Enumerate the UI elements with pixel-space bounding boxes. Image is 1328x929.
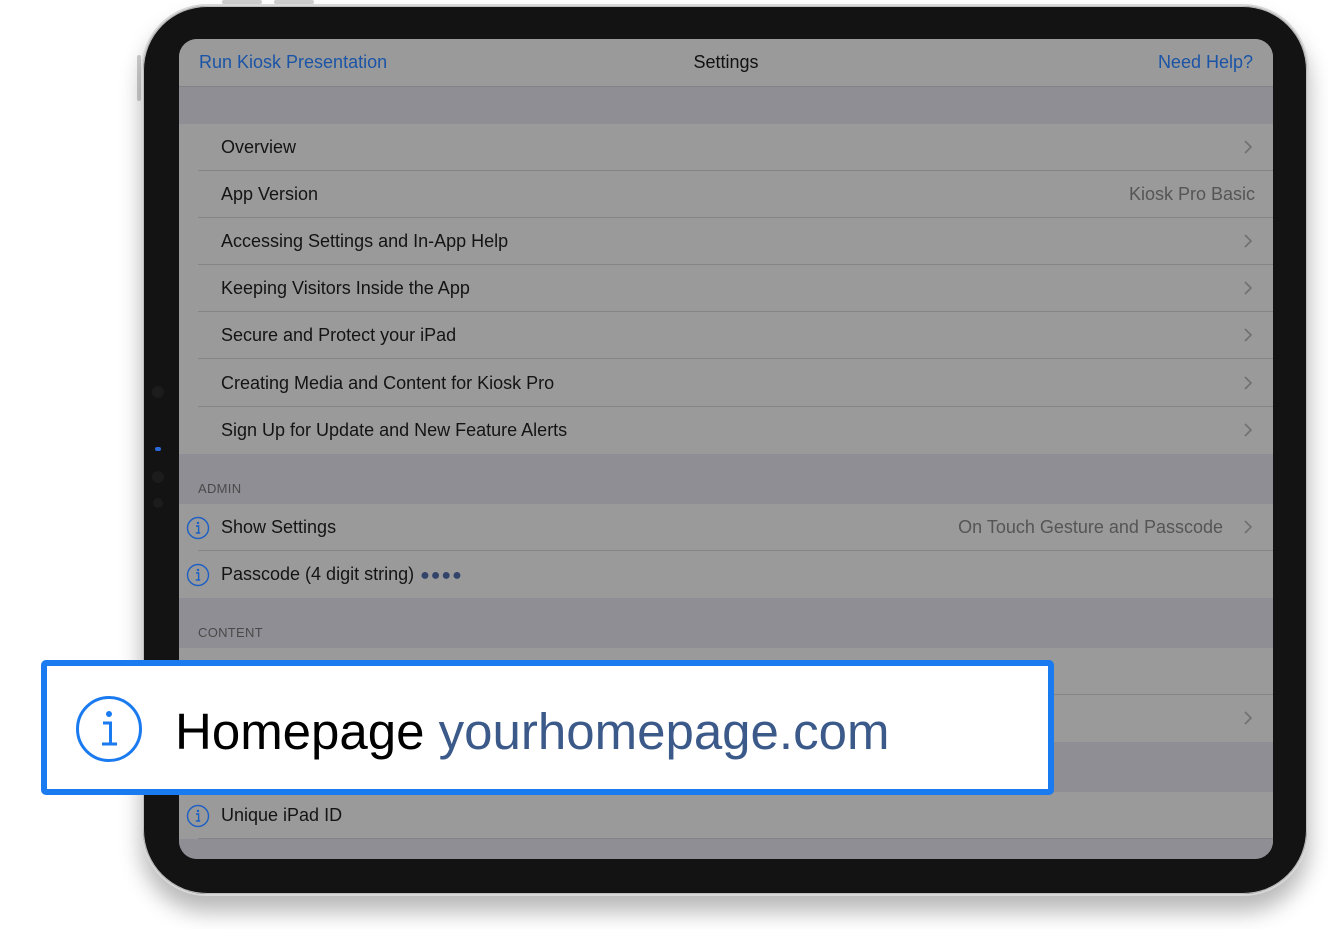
section-header-admin: ADMIN — [198, 481, 242, 496]
bottom-spacer — [179, 839, 1273, 859]
camera-sensor — [152, 471, 164, 483]
list-item-overview[interactable]: Overview — [179, 124, 1273, 171]
row-label: Unique iPad ID — [221, 805, 343, 825]
section-spacer — [179, 87, 1273, 124]
admin-section-spacer: ADMIN — [179, 454, 1273, 504]
list-item-keeping-visitors[interactable]: Keeping Visitors Inside the App — [179, 265, 1273, 312]
chevron-right-icon — [1244, 234, 1253, 248]
navigation-bar: Run Kiosk Presentation Settings Need Hel… — [179, 39, 1273, 87]
callout-text: Homepage yourhomepage.com — [175, 702, 889, 761]
list-item-app-version: App Version Kiosk Pro Basic — [179, 171, 1273, 218]
list-item-secure-ipad[interactable]: Secure and Protect your iPad — [179, 312, 1273, 359]
row-label: App Version — [221, 184, 319, 204]
chevron-right-icon — [1244, 711, 1253, 725]
homepage-label: Homepage — [175, 703, 425, 760]
camera-lens — [155, 447, 161, 451]
section-header-content: CONTENT — [198, 625, 263, 640]
homepage-callout[interactable]: Homepage yourhomepage.com — [41, 660, 1054, 795]
row-label: Show Settings — [221, 517, 337, 537]
camera-sensor — [152, 386, 164, 398]
need-help-button[interactable]: Need Help? — [1158, 52, 1253, 73]
chevron-right-icon — [1244, 281, 1253, 295]
info-icon[interactable] — [75, 695, 143, 763]
chevron-right-icon — [1244, 140, 1253, 154]
info-icon[interactable] — [186, 804, 210, 828]
info-icon[interactable] — [186, 516, 210, 540]
row-label: Passcode (4 digit string) ●●●● — [221, 564, 463, 585]
page-title: Settings — [693, 52, 759, 72]
row-label: Sign Up for Update and New Feature Alert… — [221, 420, 568, 440]
row-label: Keeping Visitors Inside the App — [221, 278, 470, 298]
row-label: Accessing Settings and In-App Help — [221, 231, 509, 251]
info-icon[interactable] — [186, 563, 210, 587]
list-item-show-settings[interactable]: Show Settings On Touch Gesture and Passc… — [179, 504, 1273, 551]
row-label: Secure and Protect your iPad — [221, 325, 457, 345]
content-section-spacer: CONTENT — [179, 598, 1273, 648]
chevron-right-icon — [1244, 376, 1253, 390]
list-item-sign-up-alerts[interactable]: Sign Up for Update and New Feature Alert… — [179, 407, 1273, 454]
passcode-label: Passcode (4 digit string) — [221, 564, 415, 584]
homepage-url-value[interactable]: yourhomepage.com — [439, 703, 890, 760]
chevron-right-icon — [1244, 520, 1253, 534]
list-item-passcode[interactable]: Passcode (4 digit string) ●●●● — [179, 551, 1273, 598]
row-label: Creating Media and Content for Kiosk Pro — [221, 373, 555, 393]
list-item-accessing-settings[interactable]: Accessing Settings and In-App Help — [179, 218, 1273, 265]
row-label: Overview — [221, 137, 297, 157]
row-value: On Touch Gesture and Passcode — [958, 517, 1223, 537]
chevron-right-icon — [1244, 328, 1253, 342]
row-divider — [198, 358, 1273, 359]
list-item-creating-media[interactable]: Creating Media and Content for Kiosk Pro — [179, 360, 1273, 407]
list-item-unique-ipad-id[interactable]: Unique iPad ID — [179, 792, 1273, 839]
passcode-masked-value[interactable]: ●●●● — [420, 567, 463, 584]
row-value: Kiosk Pro Basic — [1128, 184, 1255, 204]
chevron-right-icon — [1244, 423, 1253, 437]
camera-sensor — [153, 498, 163, 508]
